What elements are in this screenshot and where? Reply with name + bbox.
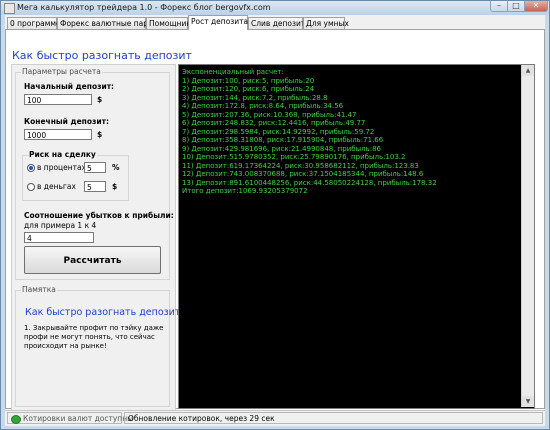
quotes-status: Котировки валют доступны <box>7 412 133 424</box>
start-deposit-label: Начальный депозит: <box>24 82 115 91</box>
console-line: 5) Депозит:207.36, риск:10.368, прибыль:… <box>182 110 357 119</box>
tab-panel: Как быстро разогнать депозит Параметры р… <box>5 29 545 412</box>
tab-deposit-drain[interactable]: Слив депозита <box>248 17 310 29</box>
quotes-status-text: Котировки валют доступны <box>23 414 134 423</box>
end-deposit-label: Конечный депозит: <box>24 117 109 126</box>
percent-sign: % <box>112 163 120 172</box>
scroll-up-icon[interactable]: ▲ <box>522 65 534 76</box>
risk-percent-input[interactable]: 5 <box>84 162 106 173</box>
money-currency: $ <box>112 182 118 191</box>
ratio-input[interactable]: 4 <box>24 232 94 243</box>
console-line: 11) Депозит:619.17364224, риск:30.958682… <box>182 161 419 170</box>
tab-smart[interactable]: Для умных <box>303 17 349 29</box>
client-area: 0 программе Форекс валютные пары Помощни… <box>5 15 545 426</box>
console-line: 6) Депозит:248.832, риск:12.4416, прибыл… <box>182 119 366 127</box>
console-line: 4) Депозит:172.8, риск:8.64, прибыль:34.… <box>182 102 344 110</box>
end-currency: $ <box>97 130 103 139</box>
close-button[interactable]: ✕ <box>524 1 548 12</box>
risk-money-input[interactable]: 5 <box>84 181 106 192</box>
maximize-button[interactable]: □ <box>507 1 525 12</box>
app-icon <box>4 3 15 14</box>
status-ok-icon <box>11 415 21 424</box>
risk-percent-label[interactable]: в процентах <box>37 163 86 172</box>
console-line: 7) Депозит:298.5984, риск:14.92992, приб… <box>182 127 375 136</box>
risk-percent-radio[interactable] <box>27 164 35 172</box>
vertical-scrollbar[interactable]: ▲ ▼ <box>521 65 534 407</box>
window-title: Мега калькулятор трейдера 1.0 - Форекс б… <box>17 3 271 12</box>
memo-text: 1. Закрывайте профит по тэйку даже профи… <box>24 324 164 350</box>
console-line: Экспоненциальный расчет: <box>182 68 284 76</box>
console-line: 9) Депозит:429.981696, риск:21.4990848, … <box>182 144 381 153</box>
params-legend: Параметры расчета <box>21 67 102 76</box>
tab-deposit-growth[interactable]: Рост депозита <box>188 15 248 30</box>
risk-legend: Риск на сделку <box>28 150 97 159</box>
update-status: Обновление котировок, через 29 сек <box>124 412 543 424</box>
scroll-down-icon[interactable]: ▼ <box>522 396 534 407</box>
title-bar[interactable]: Мега калькулятор трейдера 1.0 - Форекс б… <box>1 1 549 15</box>
console-line: 3) Депозит:144, риск:7.2, прибыль:28.8 <box>182 93 328 102</box>
risk-money-label[interactable]: в деньгах <box>37 182 76 191</box>
console-line: 1) Депозит:100, риск:5, прибыль:20 <box>182 76 315 85</box>
console-line: Итого депозит:1069.93205379072 <box>182 187 308 195</box>
ratio-hint: для примера 1 к 4 <box>24 221 97 230</box>
ratio-label: Соотношение убытков к прибыли: <box>24 211 174 220</box>
memo-title: Как быстро разогнать депозит: <box>25 307 184 318</box>
start-deposit-input[interactable]: 100 <box>24 94 92 105</box>
left-panel: Параметры расчета Начальный депозит: 100… <box>11 64 184 412</box>
console-line: 2) Депозит:120, риск:6, прибыль:24 <box>182 85 315 93</box>
console-line: 8) Депозит:358.31808, риск:17.915904, пр… <box>182 136 384 144</box>
memo-legend: Памятка <box>21 285 57 294</box>
results-console[interactable]: Экспоненциальный расчет: 1) Депозит:100, … <box>178 64 535 409</box>
params-group: Параметры расчета Начальный депозит: 100… <box>15 67 174 280</box>
start-currency: $ <box>97 95 103 104</box>
app-window: Мега калькулятор трейдера 1.0 - Форекс б… <box>0 0 550 430</box>
tab-assistant[interactable]: Помощник <box>146 17 191 29</box>
minimize-button[interactable]: – <box>490 1 508 12</box>
end-deposit-input[interactable]: 1000 <box>24 129 92 140</box>
console-line: 10) Депозит:515.9780352, риск:25.7989017… <box>182 153 406 161</box>
console-output: Экспоненциальный расчет: 1) Депозит:100, … <box>182 68 437 196</box>
tab-about[interactable]: 0 программе <box>7 17 61 29</box>
calculate-button[interactable]: Рассчитать <box>24 246 161 274</box>
tab-forex-pairs[interactable]: Форекс валютные пары <box>57 17 154 29</box>
console-line: 13) Депозит:891.6100448256, риск:44.5805… <box>182 178 437 187</box>
console-line: 12) Депозит:743.008370688, риск:37.15041… <box>182 170 424 178</box>
status-bar: Котировки валют доступны Обновление коти… <box>5 410 545 426</box>
risk-group: Риск на сделку в процентах 5 % в деньгах… <box>22 150 129 201</box>
page-title: Как быстро разогнать депозит <box>12 49 192 62</box>
risk-money-radio[interactable] <box>27 183 35 191</box>
tab-strip: 0 программе Форекс валютные пары Помощни… <box>5 15 545 30</box>
